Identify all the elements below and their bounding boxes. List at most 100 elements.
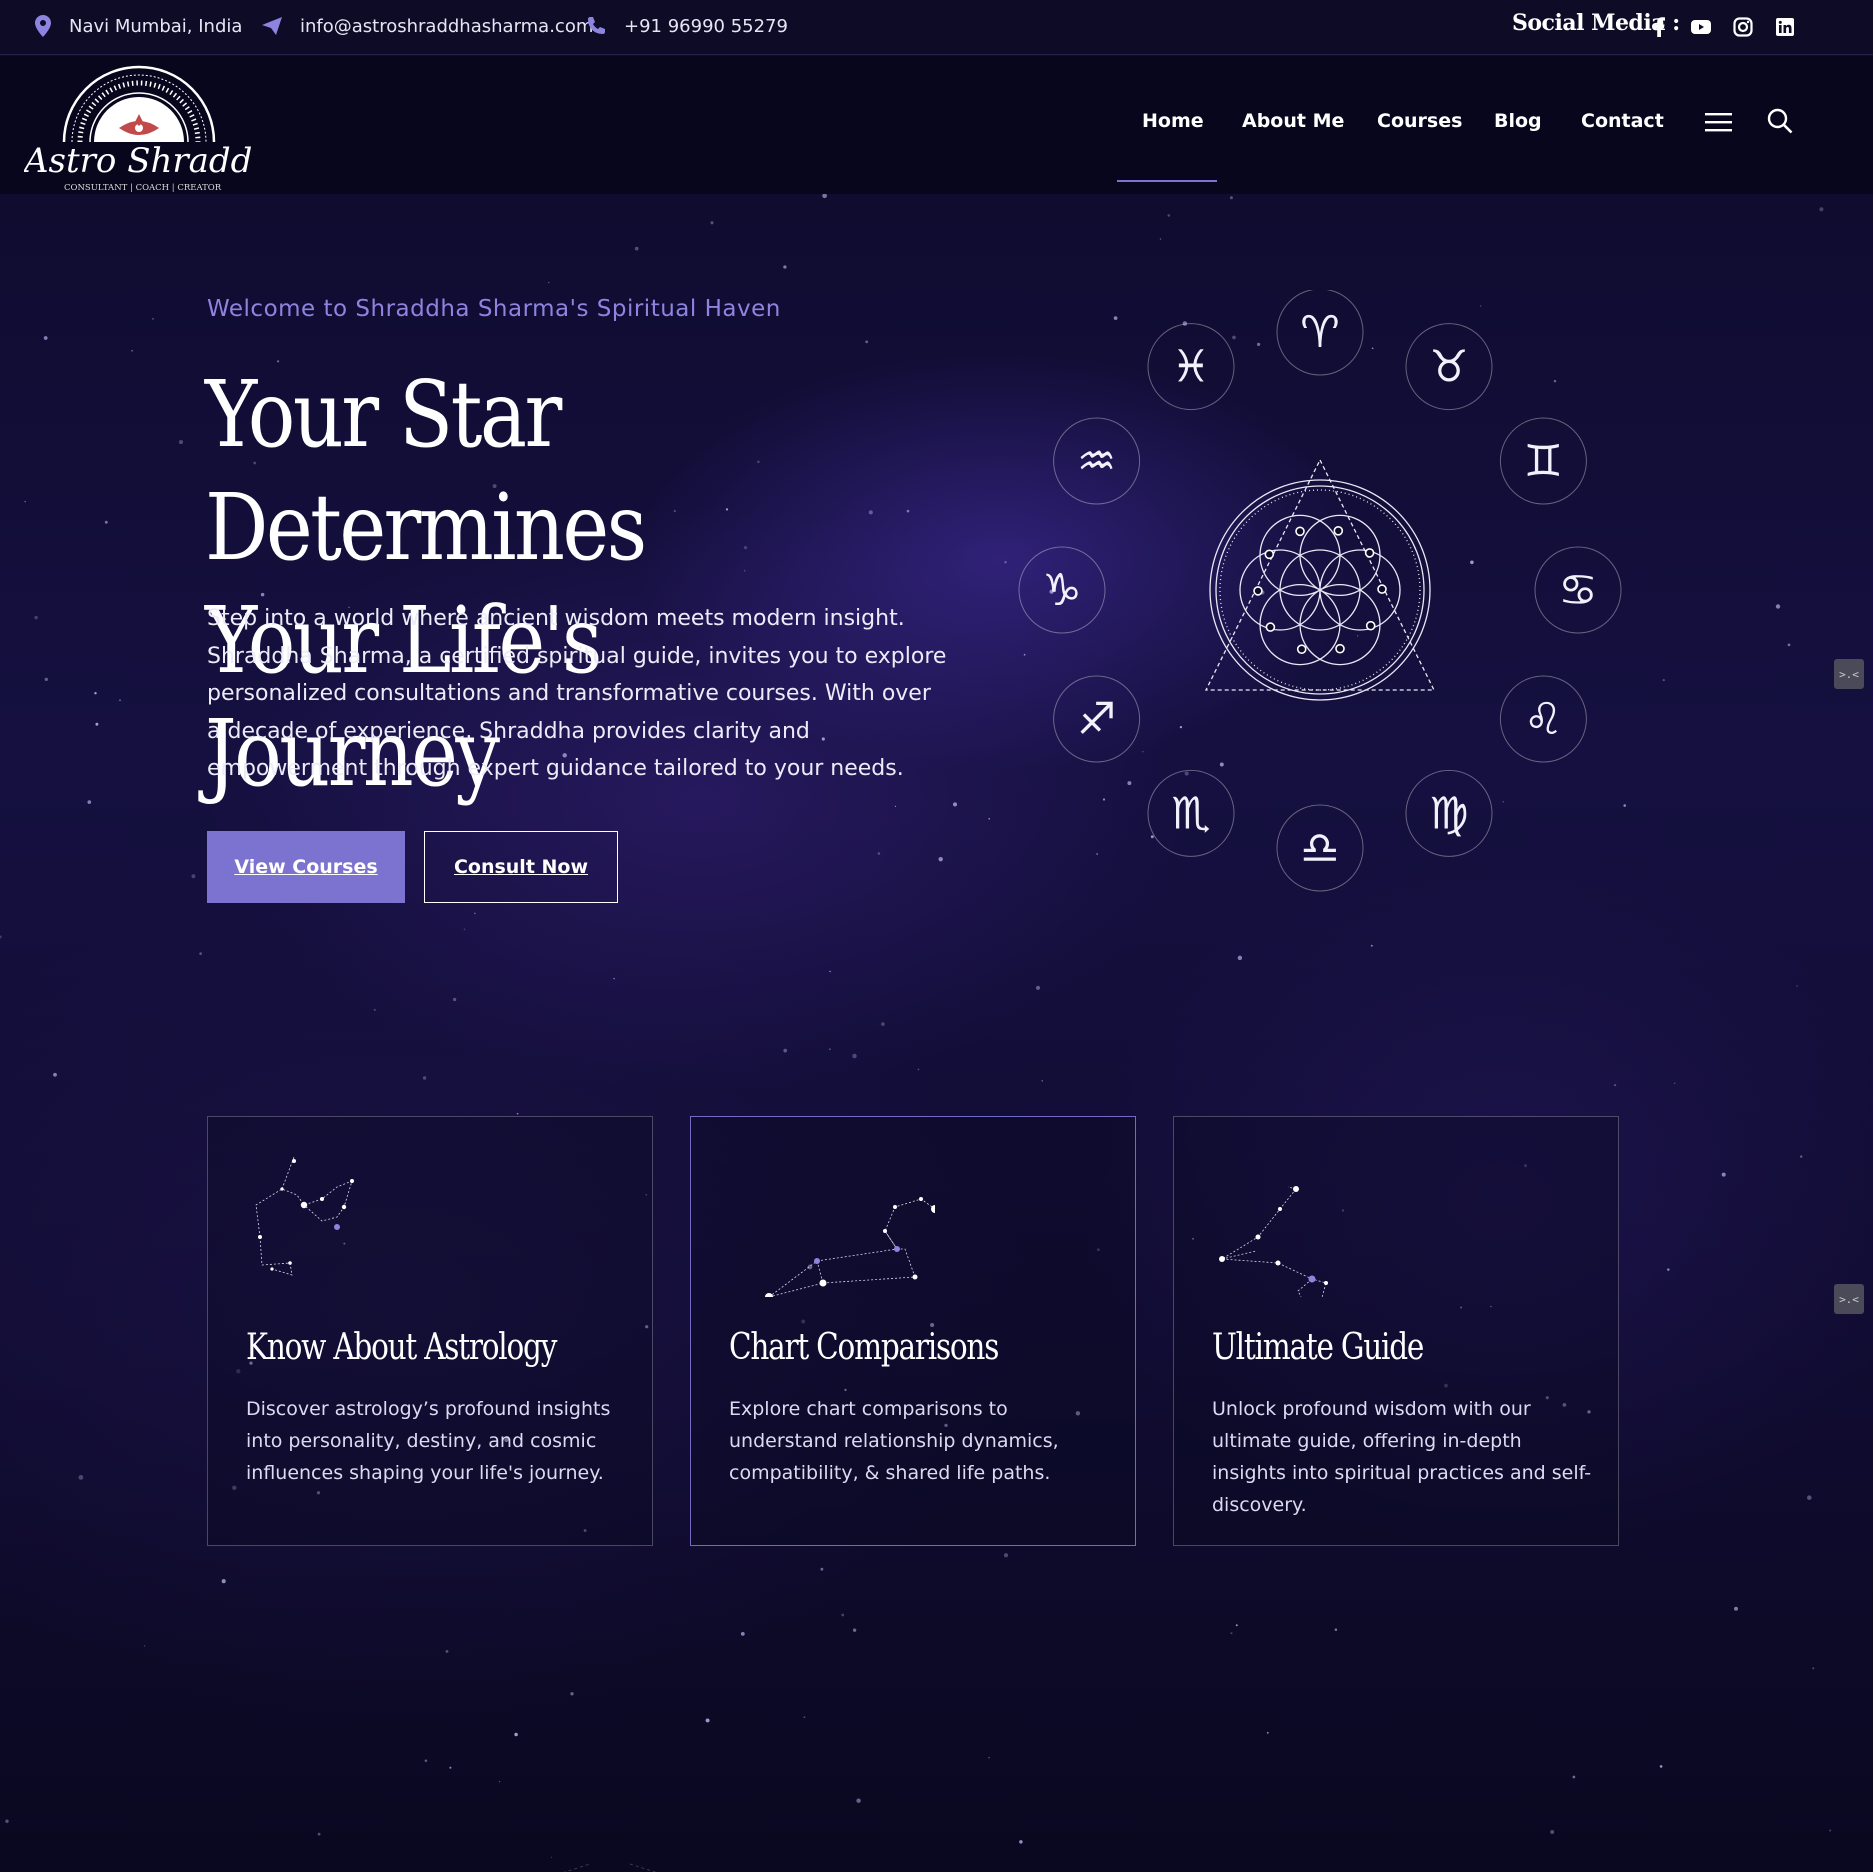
- nav-contact[interactable]: Contact: [1581, 110, 1664, 132]
- star: [463, 928, 466, 931]
- star: [1159, 238, 1162, 240]
- star: [373, 1008, 376, 1012]
- search-icon[interactable]: [1767, 108, 1793, 138]
- star: [705, 1718, 710, 1723]
- star: [1829, 1829, 1832, 1832]
- star: [1812, 1667, 1815, 1670]
- svg-text:♑︎: ♑︎: [1042, 565, 1081, 616]
- star: [118, 699, 122, 702]
- view-courses-button[interactable]: View Courses: [207, 831, 405, 903]
- star: [452, 997, 457, 1002]
- zodiac-libra-icon: ♎︎: [1276, 804, 1364, 892]
- aquarius-constellation-icon: [255, 1156, 354, 1276]
- facebook-icon[interactable]: [1648, 16, 1670, 38]
- side-widget-tab[interactable]: >.<: [1834, 659, 1864, 689]
- svg-text:♒︎: ♒︎: [1077, 436, 1116, 487]
- svg-text:♐︎: ♐︎: [1077, 694, 1116, 745]
- star: [952, 802, 958, 807]
- crescent-moon-decoration: [563, 1834, 657, 1872]
- geometry-dot: [1264, 549, 1275, 560]
- card-text: Explore chart comparisons to understand …: [729, 1398, 1059, 1484]
- star: [1673, 1082, 1676, 1084]
- star: [841, 1613, 845, 1617]
- star: [852, 1628, 857, 1632]
- star: [449, 1766, 452, 1769]
- star: [829, 1048, 831, 1050]
- email-info[interactable]: info@astroshraddhasharma.com: [262, 12, 593, 40]
- card-know-about-astrology[interactable]: Know About Astrology Discover astrology’…: [207, 1116, 653, 1546]
- star: [44, 677, 48, 682]
- phone-link[interactable]: +91 96990 55279: [624, 16, 788, 37]
- sacred-geometry-icon: [1204, 458, 1436, 701]
- star: [1036, 985, 1040, 990]
- zodiac-pisces-icon: ♓︎: [1147, 323, 1235, 411]
- star: [881, 1022, 885, 1026]
- star: [516, 1112, 519, 1115]
- star: [104, 520, 108, 524]
- svg-text:♍︎: ♍︎: [1429, 788, 1468, 839]
- star: [1167, 214, 1171, 217]
- star: [95, 722, 99, 726]
- star: [988, 1756, 990, 1759]
- svg-text:♌︎: ♌︎: [1524, 694, 1563, 745]
- star: [43, 336, 48, 340]
- svg-text:♓︎: ♓︎: [1171, 342, 1210, 393]
- star: [143, 1645, 146, 1647]
- star: [131, 349, 133, 352]
- zodiac-capricorn-icon: ♑︎: [1018, 546, 1106, 634]
- send-icon: [262, 17, 282, 35]
- consult-now-button[interactable]: Consult Now: [424, 831, 618, 903]
- star: [178, 440, 184, 445]
- star: [829, 970, 831, 973]
- star: [877, 852, 881, 855]
- hamburger-menu-icon[interactable]: [1705, 112, 1732, 136]
- phone-info[interactable]: +91 96990 55279: [586, 12, 788, 40]
- star: [1229, 196, 1233, 200]
- email-link[interactable]: info@astroshraddhasharma.com: [300, 16, 593, 37]
- starfield: [0, 62, 1835, 1859]
- card-text: Unlock profound wisdom with our ultimate…: [1212, 1398, 1592, 1516]
- zodiac-virgo-icon: ♍︎: [1405, 769, 1493, 857]
- star: [53, 1072, 57, 1077]
- svg-text:♋︎: ♋︎: [1558, 565, 1597, 616]
- card-ultimate-guide[interactable]: Ultimate Guide Unlock profound wisdom wi…: [1173, 1116, 1619, 1546]
- star: [820, 1567, 824, 1571]
- svg-text:♎︎: ♎︎: [1300, 823, 1339, 874]
- card-title: Chart Comparisons: [729, 1327, 999, 1368]
- nav-about-me[interactable]: About Me: [1242, 110, 1344, 132]
- card-text: Discover astrology’s profound insights i…: [246, 1398, 611, 1484]
- star: [1266, 1731, 1269, 1734]
- star: [570, 1692, 574, 1696]
- star: [1734, 1606, 1738, 1611]
- location-text: Navi Mumbai, India: [69, 15, 243, 37]
- instagram-icon[interactable]: [1732, 16, 1754, 38]
- star: [852, 1053, 857, 1059]
- star: [783, 265, 787, 269]
- youtube-icon[interactable]: [1690, 16, 1712, 38]
- star: [1230, 1632, 1233, 1635]
- brand-logo[interactable]: Astro Shraddha CONSULTANT | COACH | CREA…: [21, 62, 295, 193]
- nav-blog[interactable]: Blog: [1494, 110, 1542, 132]
- geometry-dot: [1295, 526, 1305, 537]
- card-chart-comparisons[interactable]: Chart Comparisons Explore chart comparis…: [690, 1116, 1136, 1546]
- geometry-dot: [1364, 548, 1375, 558]
- star: [988, 817, 991, 820]
- star: [152, 318, 154, 320]
- geometry-dot: [1253, 586, 1263, 596]
- map-pin-icon: [35, 15, 51, 37]
- nav-active-indicator: [1117, 180, 1217, 182]
- side-widget-tab[interactable]: >.<: [1834, 1284, 1864, 1314]
- star: [0, 935, 2, 939]
- star: [634, 246, 639, 251]
- star: [474, 912, 476, 915]
- star: [917, 1068, 920, 1071]
- nav-courses[interactable]: Courses: [1377, 110, 1462, 132]
- nav-home[interactable]: Home: [1142, 110, 1204, 132]
- linkedin-icon[interactable]: [1774, 16, 1796, 38]
- star: [445, 1649, 449, 1653]
- star: [1796, 985, 1798, 987]
- logo-mandala: Astro Shraddha CONSULTANT | COACH | CREA…: [21, 65, 295, 193]
- star: [34, 615, 38, 620]
- star: [221, 1579, 226, 1584]
- star: [1721, 1172, 1726, 1177]
